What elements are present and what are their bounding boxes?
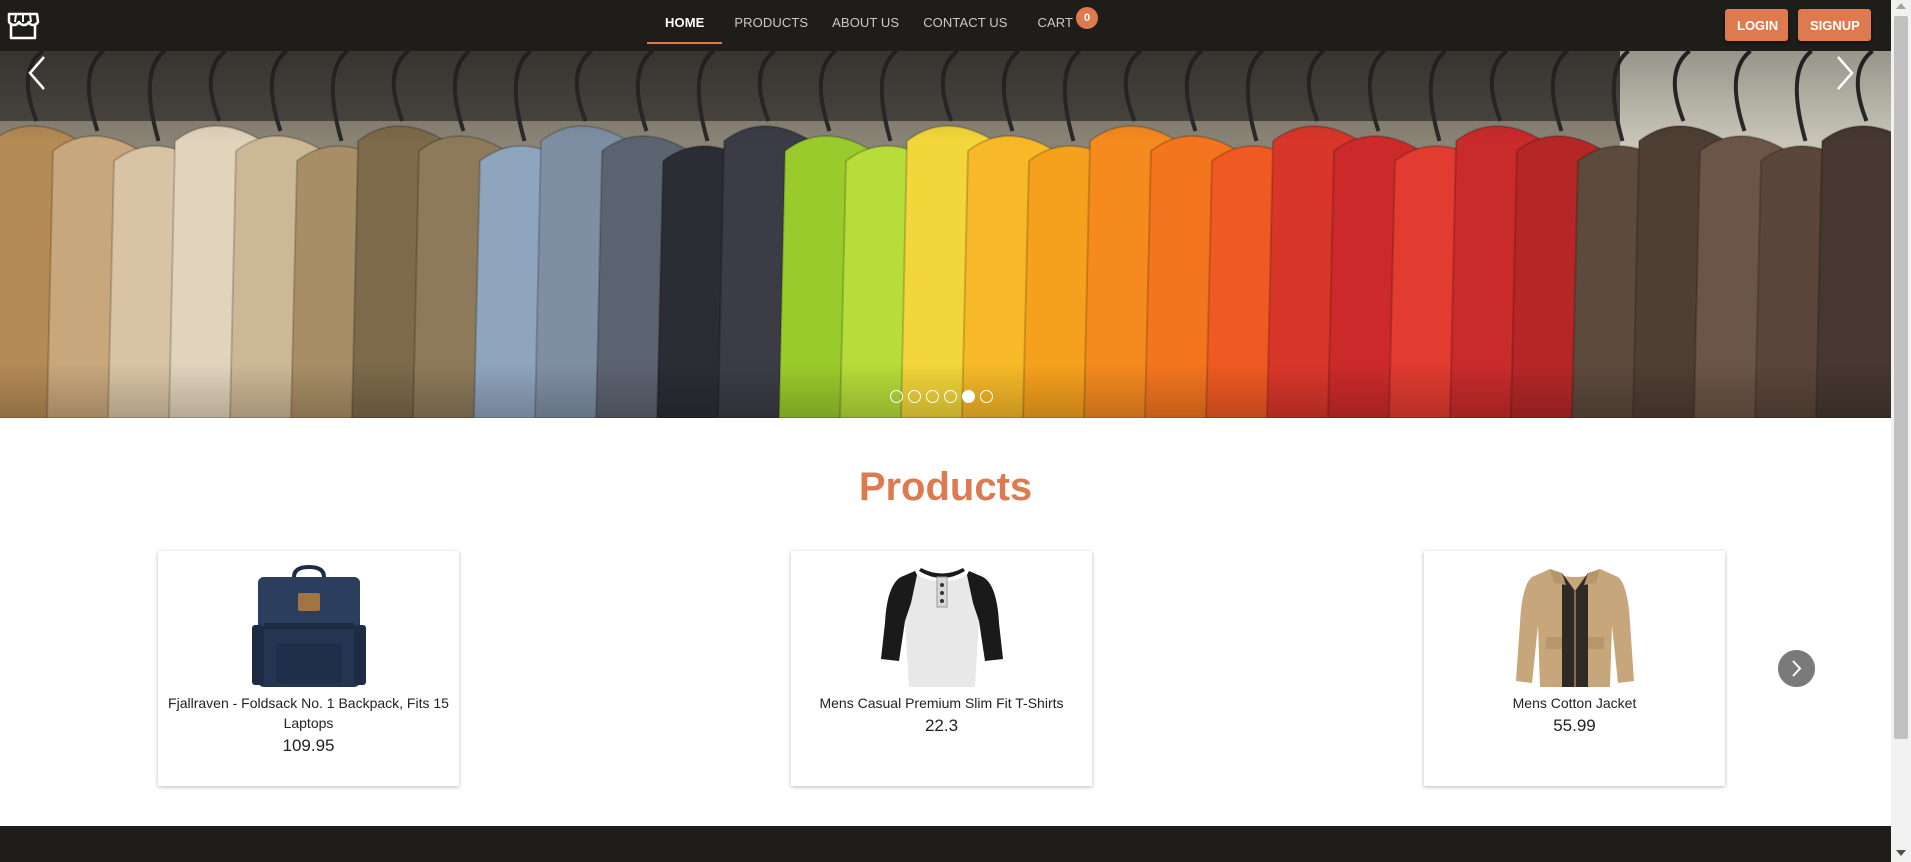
product-card-body: Mens Casual Premium Slim Fit T-Shirts 22… [801,693,1082,736]
carousel-dot[interactable] [890,390,903,403]
nav-link-cart[interactable]: CART 0 [1020,0,1102,51]
product-card[interactable]: Fjallraven - Foldsack No. 1 Backpack, Fi… [158,551,459,786]
top-navbar: HOME PRODUCTS ABOUT US CONTACT US CART 0… [0,0,1891,51]
products-heading: Products [858,465,1033,509]
products-next-chevron-right-icon[interactable] [1778,650,1815,687]
scroll-down-arrow-icon[interactable] [1896,850,1906,856]
hero-prev-chevron-left-icon[interactable] [24,51,52,95]
carousel-dot[interactable] [980,390,993,403]
jacket-image [1516,569,1634,687]
hero-next-chevron-right-icon[interactable] [1830,51,1858,95]
product-price: 109.95 [282,736,335,755]
tshirt-image [881,568,1003,687]
nav-link-about[interactable]: ABOUT US [820,0,911,51]
page: HOME PRODUCTS ABOUT US CONTACT US CART 0… [0,0,1911,862]
product-title: Mens Casual Premium Slim Fit T-Shirts [819,695,1064,711]
carousel-dot[interactable] [944,390,957,403]
product-title: Mens Cotton Jacket [1512,695,1637,711]
carousel-dot[interactable] [926,390,939,403]
storefront-icon[interactable] [6,9,40,41]
scroll-thumb[interactable] [1894,16,1908,739]
nav-link-home[interactable]: HOME [647,0,723,51]
carousel-dot-active[interactable] [962,390,975,403]
nav-link-contact[interactable]: CONTACT US [911,0,1019,51]
product-price: 22.3 [924,716,959,735]
signup-button[interactable]: SIGNUP [1798,9,1871,41]
nav-link-products[interactable]: PRODUCTS [722,0,820,51]
cart-count-badge: 0 [1076,7,1099,29]
product-price: 55.99 [1553,716,1596,735]
hero-carousel [0,51,1891,418]
product-card[interactable]: Mens Casual Premium Slim Fit T-Shirts 22… [791,551,1092,786]
main-nav: HOME PRODUCTS ABOUT US CONTACT US CART 0 [647,0,1101,51]
scroll-up-arrow-icon[interactable] [1896,3,1906,9]
cart-label: CART [1037,15,1074,30]
hero-image-clothes-on-hangers [0,51,1891,418]
footer [0,826,1891,862]
product-card[interactable]: Mens Cotton Jacket 55.99 [1424,551,1725,786]
carousel-dot[interactable] [908,390,921,403]
product-card-body: Fjallraven - Foldsack No. 1 Backpack, Fi… [168,693,449,756]
backpack-image [252,564,366,687]
login-button[interactable]: LOGIN [1725,9,1788,41]
product-card-body: Mens Cotton Jacket 55.99 [1434,693,1715,736]
vertical-scrollbar[interactable] [1891,0,1911,862]
carousel-indicators [890,390,993,403]
product-title: Fjallraven - Foldsack No. 1 Backpack, Fi… [168,695,449,731]
